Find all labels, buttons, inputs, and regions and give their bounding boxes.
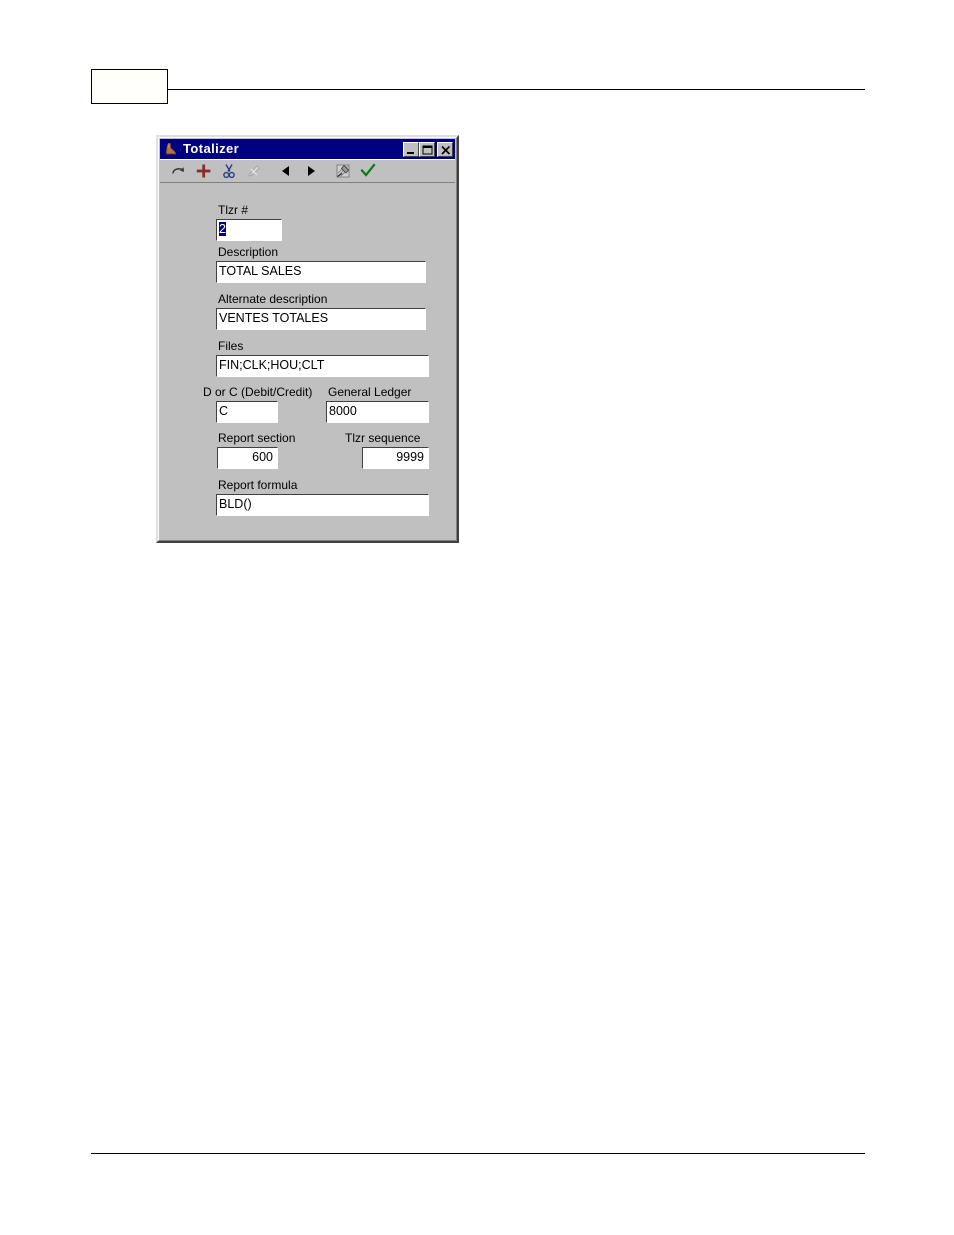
description-label: Description bbox=[218, 245, 279, 259]
general-ledger-input[interactable]: 8000 bbox=[326, 401, 429, 423]
alternate-description-input[interactable]: VENTES TOTALES bbox=[216, 308, 426, 330]
dialog-titlebar[interactable]: Totalizer bbox=[160, 139, 455, 159]
header-divider-rule bbox=[168, 89, 865, 90]
debit-credit-input[interactable]: C bbox=[216, 401, 278, 423]
next-record-button[interactable] bbox=[300, 160, 322, 182]
dialog-toolbar bbox=[160, 159, 455, 183]
redo-button[interactable] bbox=[168, 160, 190, 182]
debit-credit-label: D or C (Debit/Credit) bbox=[203, 385, 313, 399]
alternate-description-label: Alternate description bbox=[218, 292, 328, 306]
description-input[interactable]: TOTAL SALES bbox=[216, 261, 426, 283]
report-section-input[interactable]: 600 bbox=[217, 447, 278, 469]
add-button[interactable] bbox=[193, 160, 215, 182]
report-formula-label: Report formula bbox=[218, 478, 298, 492]
minimize-button[interactable] bbox=[403, 141, 419, 157]
pencil-icon bbox=[243, 160, 265, 182]
close-button[interactable] bbox=[437, 141, 453, 157]
document-header bbox=[0, 0, 954, 120]
header-placeholder-box bbox=[91, 69, 168, 104]
report-section-label: Report section bbox=[218, 431, 296, 445]
files-input[interactable]: FIN;CLK;HOU;CLT bbox=[216, 355, 429, 377]
window-controls bbox=[403, 141, 453, 157]
tlzr-number-input[interactable]: 2 bbox=[216, 219, 282, 241]
tlzr-number-value: 2 bbox=[219, 222, 226, 236]
report-formula-input[interactable]: BLD() bbox=[216, 494, 429, 516]
eraser-button[interactable] bbox=[332, 160, 354, 182]
totalizer-form: Tlzr # 2 Description TOTAL SALES Alterna… bbox=[160, 183, 455, 539]
maximize-button[interactable] bbox=[419, 141, 435, 157]
tlzr-sequence-label: Tlzr sequence bbox=[345, 431, 421, 445]
boot-icon bbox=[163, 141, 179, 157]
confirm-button[interactable] bbox=[357, 160, 379, 182]
general-ledger-label: General Ledger bbox=[328, 385, 412, 399]
tlzr-sequence-input[interactable]: 9999 bbox=[362, 447, 429, 469]
previous-record-button[interactable] bbox=[275, 160, 297, 182]
dialog-title: Totalizer bbox=[183, 141, 240, 156]
cut-button[interactable] bbox=[218, 160, 240, 182]
tlzr-number-label: Tlzr # bbox=[218, 203, 248, 217]
files-label: Files bbox=[218, 339, 244, 353]
footer-divider-rule bbox=[91, 1153, 865, 1154]
totalizer-dialog: Totalizer Tlzr # 2 Description TOTAL SAL… bbox=[156, 135, 459, 543]
